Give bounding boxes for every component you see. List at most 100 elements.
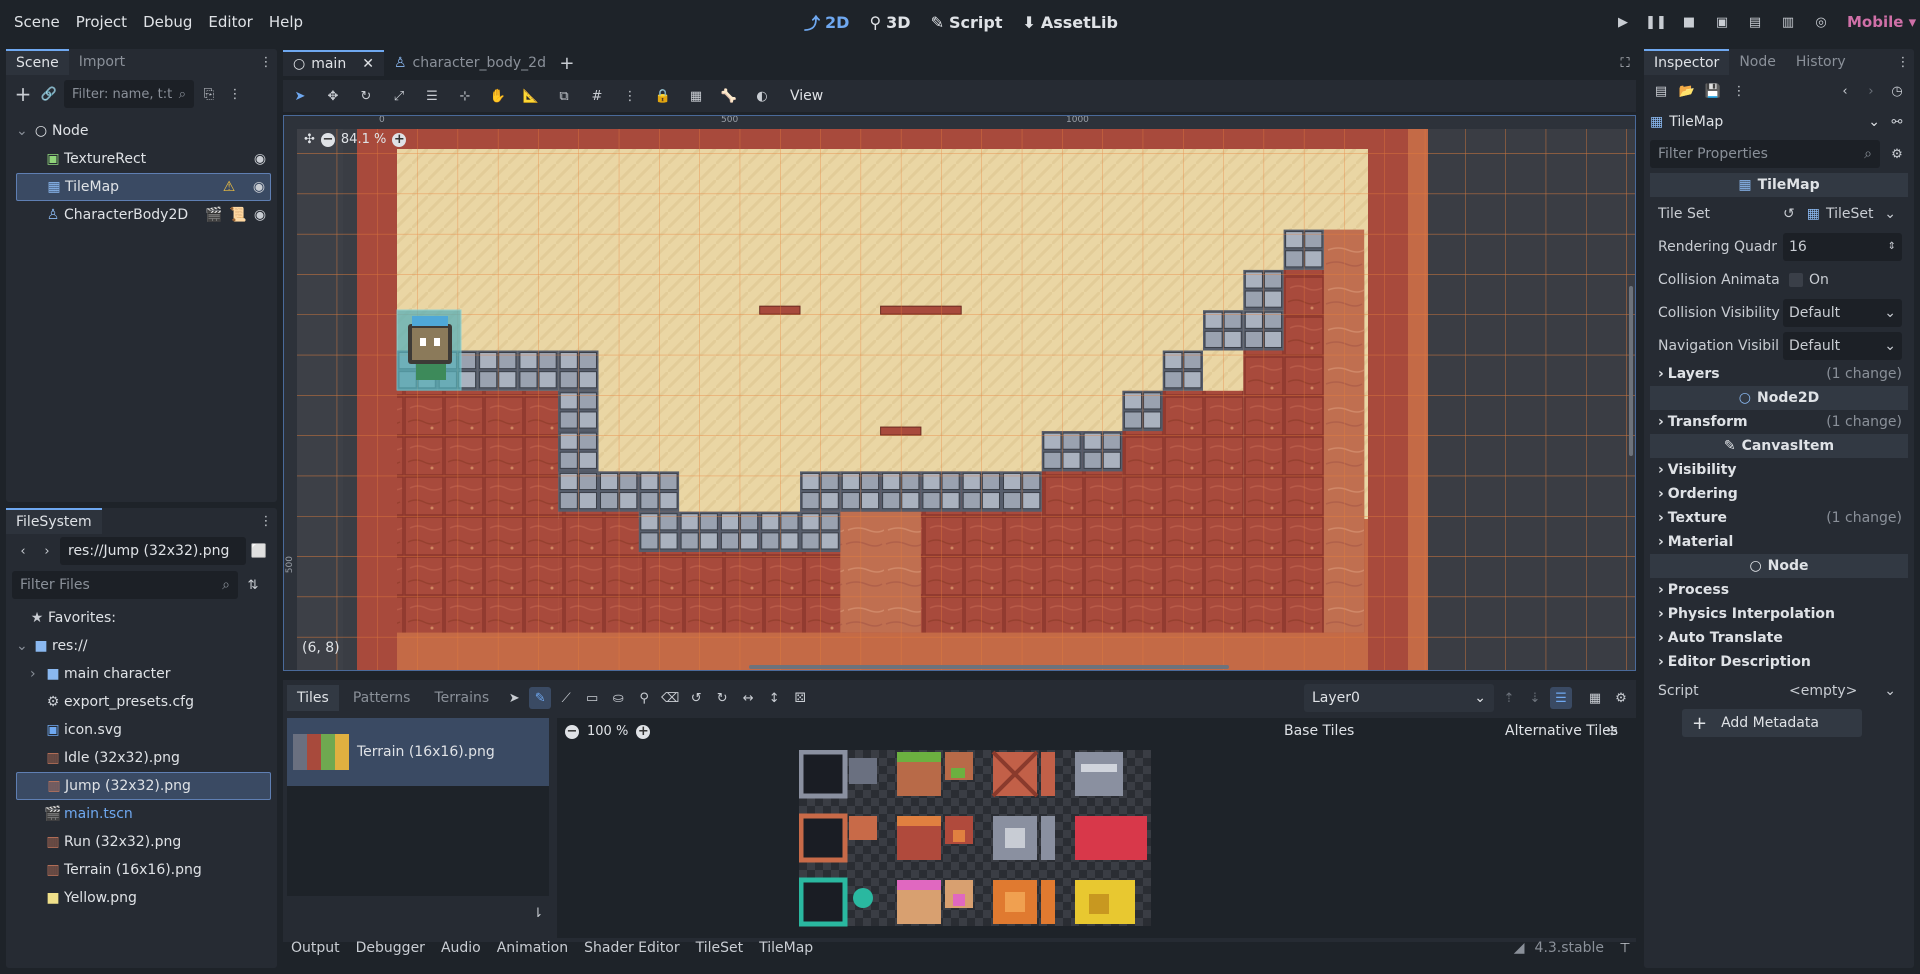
lock-icon[interactable]: 🔒 <box>652 85 674 107</box>
file-row[interactable]: ▣ icon.svg <box>16 716 277 744</box>
tab-scene[interactable]: Scene <box>6 49 69 75</box>
tab-terrains[interactable]: Terrains <box>424 685 499 711</box>
select-mode-icon[interactable]: ➤ <box>289 85 311 107</box>
section-auto-translate[interactable]: › Auto Translate <box>1650 626 1908 650</box>
quadrant-spinbox[interactable]: 16 ⇕ <box>1783 232 1902 261</box>
eraser-tool-icon[interactable]: ⌫ <box>659 687 681 709</box>
tab-audio[interactable]: Audio <box>433 940 489 956</box>
file-row[interactable]: ▥ Terrain (16x16).png <box>16 856 277 884</box>
scene-tab-character[interactable]: ♙ character_body_2d <box>384 50 556 76</box>
tab-shader-editor[interactable]: Shader Editor <box>576 940 687 956</box>
object-dropdown[interactable]: ▦ TileMap ⌄ <box>1650 114 1880 130</box>
file-row[interactable]: ■ Yellow.png <box>16 884 277 912</box>
layer-select[interactable]: Layer0 ⌄ <box>1304 684 1494 712</box>
workspace-2d-button[interactable]: ⤴ 2D <box>796 7 857 37</box>
zoom-out-icon[interactable]: − <box>320 132 335 147</box>
tab-tileset[interactable]: TileSet <box>688 940 752 956</box>
navigation-visibility-select[interactable]: Default ⌄ <box>1783 331 1902 360</box>
view-menu[interactable]: View <box>784 88 829 104</box>
resource-menu-icon[interactable]: ⋮ <box>1728 80 1750 102</box>
tab-animation[interactable]: Animation <box>489 940 576 956</box>
dock-menu-icon[interactable]: ⋮ <box>255 510 277 532</box>
tab-filesystem[interactable]: FileSystem <box>6 508 102 534</box>
pivot-icon[interactable]: ⊹ <box>454 85 476 107</box>
zoom-level[interactable]: 84.1 % <box>341 132 386 147</box>
menu-help[interactable]: Help <box>261 0 311 44</box>
section-transform[interactable]: › Transform (1 change) <box>1650 410 1908 434</box>
remote-debug-icon[interactable]: ▣ <box>1711 11 1733 33</box>
bucket-tool-icon[interactable]: ⛀ <box>607 687 629 709</box>
tile-source-item[interactable]: Terrain (16x16).png <box>287 718 549 786</box>
script-attached-icon[interactable]: 📜 <box>227 204 249 226</box>
collision-animatable-checkbox[interactable]: On <box>1783 266 1902 294</box>
visibility-eye-icon[interactable]: ◉ <box>249 204 271 226</box>
line-tool-icon[interactable]: ⟋ <box>555 687 577 709</box>
picker-tool-icon[interactable]: ⚲ <box>633 687 655 709</box>
scene-filter-input[interactable]: Filter: name, t:t ⌕ <box>64 80 194 108</box>
object-docs-icon[interactable]: ⚯ <box>1886 111 1908 133</box>
filter-files-input[interactable]: Filter Files ⌕ <box>12 571 238 599</box>
visibility-eye-icon[interactable]: ◉ <box>249 148 271 170</box>
collision-visibility-select[interactable]: Default ⌄ <box>1783 298 1902 327</box>
flip-h-icon[interactable]: ↔ <box>737 687 759 709</box>
load-resource-icon[interactable]: 📂 <box>1676 80 1698 102</box>
add-metadata-button[interactable]: + Add Metadata <box>1682 709 1862 737</box>
inspector-settings-icon[interactable]: ⚙ <box>1886 143 1908 165</box>
center-view-icon[interactable]: ✣ <box>304 132 315 147</box>
zoom-in-icon[interactable]: + <box>392 132 407 147</box>
menu-debug[interactable]: Debug <box>135 0 200 44</box>
section-material[interactable]: › Material <box>1650 530 1908 554</box>
tree-node-root[interactable]: ⌄ ○ Node <box>16 117 277 145</box>
split-mode-icon[interactable]: ⬜ <box>248 540 270 562</box>
section-ordering[interactable]: › Ordering <box>1650 482 1908 506</box>
select-tool-icon[interactable]: ➤ <box>503 687 525 709</box>
rotate-left-icon[interactable]: ↺ <box>685 687 707 709</box>
rotate-right-icon[interactable]: ↻ <box>711 687 733 709</box>
tab-tilemap[interactable]: TileMap <box>751 940 821 956</box>
script-resource-picker[interactable]: <empty> ⌄ <box>1783 677 1902 705</box>
section-layers[interactable]: › Layers (1 change) <box>1650 362 1908 386</box>
ruler-icon[interactable]: 📐 <box>520 85 542 107</box>
dock-menu-icon[interactable]: ⋮ <box>1892 51 1914 73</box>
level-canvas[interactable] <box>284 116 1636 671</box>
zoom-out-icon[interactable]: − <box>565 724 579 739</box>
bone-icon[interactable]: 🦴 <box>718 85 740 107</box>
new-resource-icon[interactable]: ▤ <box>1650 80 1672 102</box>
file-row[interactable]: 🎬 main.tscn <box>16 800 277 828</box>
file-row[interactable]: ⚙ export_presets.cfg <box>16 688 277 716</box>
tree-node-characterbody2d[interactable]: ♙ CharacterBody2D 🎬 📜 ◉ <box>16 201 277 229</box>
movie-maker-icon[interactable]: ◎ <box>1810 11 1832 33</box>
pause-icon[interactable]: ❚❚ <box>1645 11 1667 33</box>
workspace-assetlib-button[interactable]: ⬇ AssetLib <box>1014 7 1125 37</box>
expand-panel-icon[interactable]: ⊤ <box>1614 937 1636 959</box>
scene-tab-main[interactable]: ○ main ✕ <box>283 50 384 76</box>
tileset-resource-picker[interactable]: ▦ TileSet ⌄ <box>1801 200 1902 228</box>
horizontal-scrollbar[interactable] <box>749 665 1229 669</box>
object-history-icon[interactable]: ◷ <box>1886 80 1908 102</box>
menu-editor[interactable]: Editor <box>200 0 260 44</box>
res-root-row[interactable]: ⌄ ■ res:// <box>16 632 277 660</box>
tab-node[interactable]: Node <box>1729 49 1786 75</box>
forward-icon[interactable]: › <box>36 540 58 562</box>
file-row[interactable]: › ■ main character <box>16 660 277 688</box>
snap-options-icon[interactable]: ⋮ <box>619 85 641 107</box>
paint-tool-icon[interactable]: ✎ <box>529 687 552 709</box>
list-select-icon[interactable]: ☰ <box>421 85 443 107</box>
center-atlas-icon[interactable]: ✣ <box>1601 720 1623 742</box>
tab-history[interactable]: History <box>1786 49 1856 75</box>
play-icon[interactable]: ▶ <box>1612 11 1634 33</box>
section-texture[interactable]: › Texture (1 change) <box>1650 506 1908 530</box>
distraction-free-icon[interactable]: ⛶ <box>1614 52 1636 74</box>
add-scene-tab-icon[interactable]: + <box>556 52 578 74</box>
tree-node-tilemap[interactable]: ▦ TileMap ⚠ ◉ <box>16 173 271 201</box>
play-scene-icon[interactable]: ▤ <box>1744 11 1766 33</box>
sort-icon[interactable]: ⇅ <box>242 574 264 596</box>
tab-output[interactable]: Output <box>283 940 348 956</box>
stop-icon[interactable]: ■ <box>1678 11 1700 33</box>
vertical-scrollbar[interactable] <box>1629 286 1633 456</box>
scale-mode-icon[interactable]: ⤢ <box>388 85 410 107</box>
renderer-select[interactable]: Mobile ▾ <box>1847 13 1916 31</box>
save-resource-icon[interactable]: 💾 <box>1702 80 1724 102</box>
rect-tool-icon[interactable]: ▭ <box>581 687 603 709</box>
attach-script-icon[interactable]: ⎘ <box>198 83 220 105</box>
